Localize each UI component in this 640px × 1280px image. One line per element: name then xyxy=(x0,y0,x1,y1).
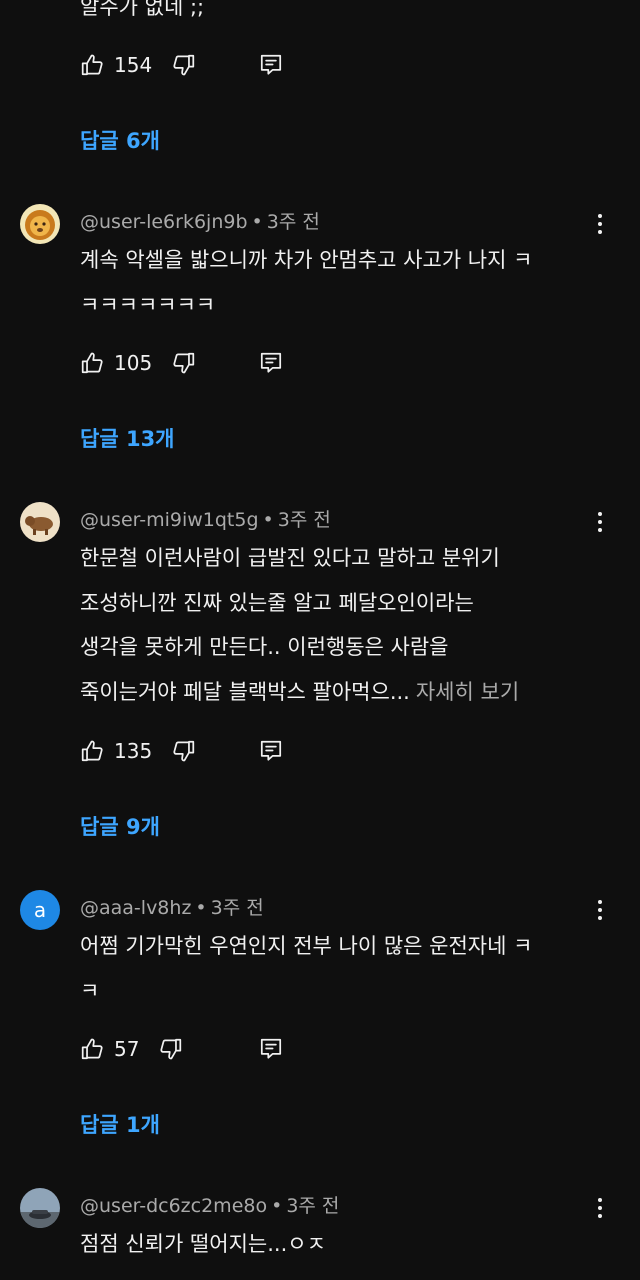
like-button[interactable]: 57 xyxy=(80,1036,139,1062)
reply-button[interactable] xyxy=(258,350,284,376)
thumbs-down-icon xyxy=(173,740,195,762)
comment-author[interactable]: @user-le6rk6jn9b xyxy=(80,211,248,233)
reply-icon xyxy=(260,1038,282,1059)
dislike-button[interactable] xyxy=(157,1036,183,1062)
meta-separator: • xyxy=(251,211,263,233)
dislike-button[interactable] xyxy=(170,350,196,376)
comment-line: 점점 신뢰가 떨어지는...ㅇㅈ xyxy=(80,1232,326,1256)
thumbs-up-icon xyxy=(81,1038,103,1060)
lion-avatar xyxy=(20,204,60,244)
comment-line: ㅋ xyxy=(80,978,100,1003)
dislike-button[interactable] xyxy=(170,52,196,78)
thumbs-down-icon xyxy=(173,54,195,76)
more-options-button[interactable] xyxy=(590,1192,610,1224)
comment-line-last: 죽이는거야 페달 블랙박스 팔아먹으... 자세히 보기 xyxy=(80,670,600,715)
like-button[interactable]: 154 xyxy=(80,52,152,78)
comment-actions: 105 xyxy=(80,347,282,379)
reply-button[interactable] xyxy=(258,738,284,764)
comment-author[interactable]: @user-dc6zc2me8o xyxy=(80,1195,267,1217)
comment-actions: 135 xyxy=(80,735,282,767)
dislike-button[interactable] xyxy=(170,738,196,764)
comment-time: 3주 전 xyxy=(210,897,264,919)
like-button[interactable]: 105 xyxy=(80,350,152,376)
comment-meta: @user-mi9iw1qt5g • 3주 전 xyxy=(80,505,331,532)
thumbs-down-icon xyxy=(173,352,195,374)
like-count: 57 xyxy=(114,1037,140,1061)
letter-a-avatar: a xyxy=(33,898,47,922)
reply-icon xyxy=(260,54,282,75)
view-replies-link[interactable]: 답글 13개 xyxy=(80,423,175,453)
boar-avatar xyxy=(20,502,60,542)
avatar[interactable] xyxy=(20,1188,60,1228)
comment-author[interactable]: @aaa-lv8hz xyxy=(80,897,191,919)
comment-actions: 154 xyxy=(80,49,282,81)
comment-line: 계속 악셀을 밟으니까 차가 안멈추고 사고가 나지 ㅋ xyxy=(80,248,533,272)
meta-separator: • xyxy=(262,509,274,531)
comment-time: 3주 전 xyxy=(277,509,331,531)
avatar[interactable]: a xyxy=(20,890,60,930)
comment-line: 조성하니깐 진짜 있는줄 알고 페달오인이라는 xyxy=(80,590,474,615)
comment-text: 점점 신뢰가 떨어지는...ㅇㅈ xyxy=(80,1222,600,1267)
meta-separator: • xyxy=(271,1195,283,1217)
comment-time: 3주 전 xyxy=(266,211,320,233)
comment-meta: @user-le6rk6jn9b • 3주 전 xyxy=(80,207,320,234)
like-button[interactable]: 135 xyxy=(80,738,152,764)
thumbs-up-icon xyxy=(81,740,103,762)
comment-text: 어쩜 기가막힌 우연인지 전부 나이 많은 운전자네 ㅋ ㅋ xyxy=(80,924,600,1013)
read-more-link[interactable]: 자세히 보기 xyxy=(416,680,519,704)
reply-button[interactable] xyxy=(258,1036,284,1062)
comment-text: 계속 악셀을 밟으니까 차가 안멈추고 사고가 나지 ㅋ ㅋㅋㅋㅋㅋㅋㅋ xyxy=(80,238,600,327)
like-count: 135 xyxy=(114,739,153,763)
like-count: 154 xyxy=(114,53,153,77)
more-options-button[interactable] xyxy=(590,894,610,926)
car-photo-avatar xyxy=(20,1188,60,1228)
comment-actions: 57 xyxy=(80,1033,282,1065)
comment-author[interactable]: @user-mi9iw1qt5g xyxy=(80,509,259,531)
comment-time: 3주 전 xyxy=(286,1195,340,1217)
comment-line-text: 죽이는거야 페달 블랙박스 팔아먹으... xyxy=(80,680,410,705)
view-replies-link[interactable]: 답글 6개 xyxy=(80,125,160,155)
thumbs-up-icon xyxy=(81,54,103,76)
avatar[interactable] xyxy=(20,204,60,244)
thumbs-down-icon xyxy=(160,1038,182,1060)
comment-text-partial: 알수가 없네 ;; xyxy=(80,0,205,19)
comment-line: ㅋㅋㅋㅋㅋㅋㅋ xyxy=(80,292,216,317)
more-options-button[interactable] xyxy=(590,208,610,240)
reply-icon xyxy=(260,352,282,373)
reply-button[interactable] xyxy=(258,52,284,78)
comment-text: 한문철 이런사람이 급발진 있다고 말하고 분위기 조성하니깐 진짜 있는줄 알… xyxy=(80,536,600,715)
reply-icon xyxy=(260,740,282,761)
thumbs-up-icon xyxy=(81,352,103,374)
meta-separator: • xyxy=(195,897,207,919)
comment-line: 생각을 못하게 만든다.. 이런행동은 사람을 xyxy=(80,635,449,660)
like-count: 105 xyxy=(114,351,153,375)
view-replies-link[interactable]: 답글 9개 xyxy=(80,811,160,841)
comment-meta: @aaa-lv8hz • 3주 전 xyxy=(80,893,264,920)
comment-line: 한문철 이런사람이 급발진 있다고 말하고 분위기 xyxy=(80,546,500,570)
comment-meta: @user-dc6zc2me8o • 3주 전 xyxy=(80,1191,339,1218)
more-options-button[interactable] xyxy=(590,506,610,538)
view-replies-link[interactable]: 답글 1개 xyxy=(80,1109,160,1139)
comment-line: 어쩜 기가막힌 우연인지 전부 나이 많은 운전자네 ㅋ xyxy=(80,934,533,958)
avatar[interactable] xyxy=(20,502,60,542)
